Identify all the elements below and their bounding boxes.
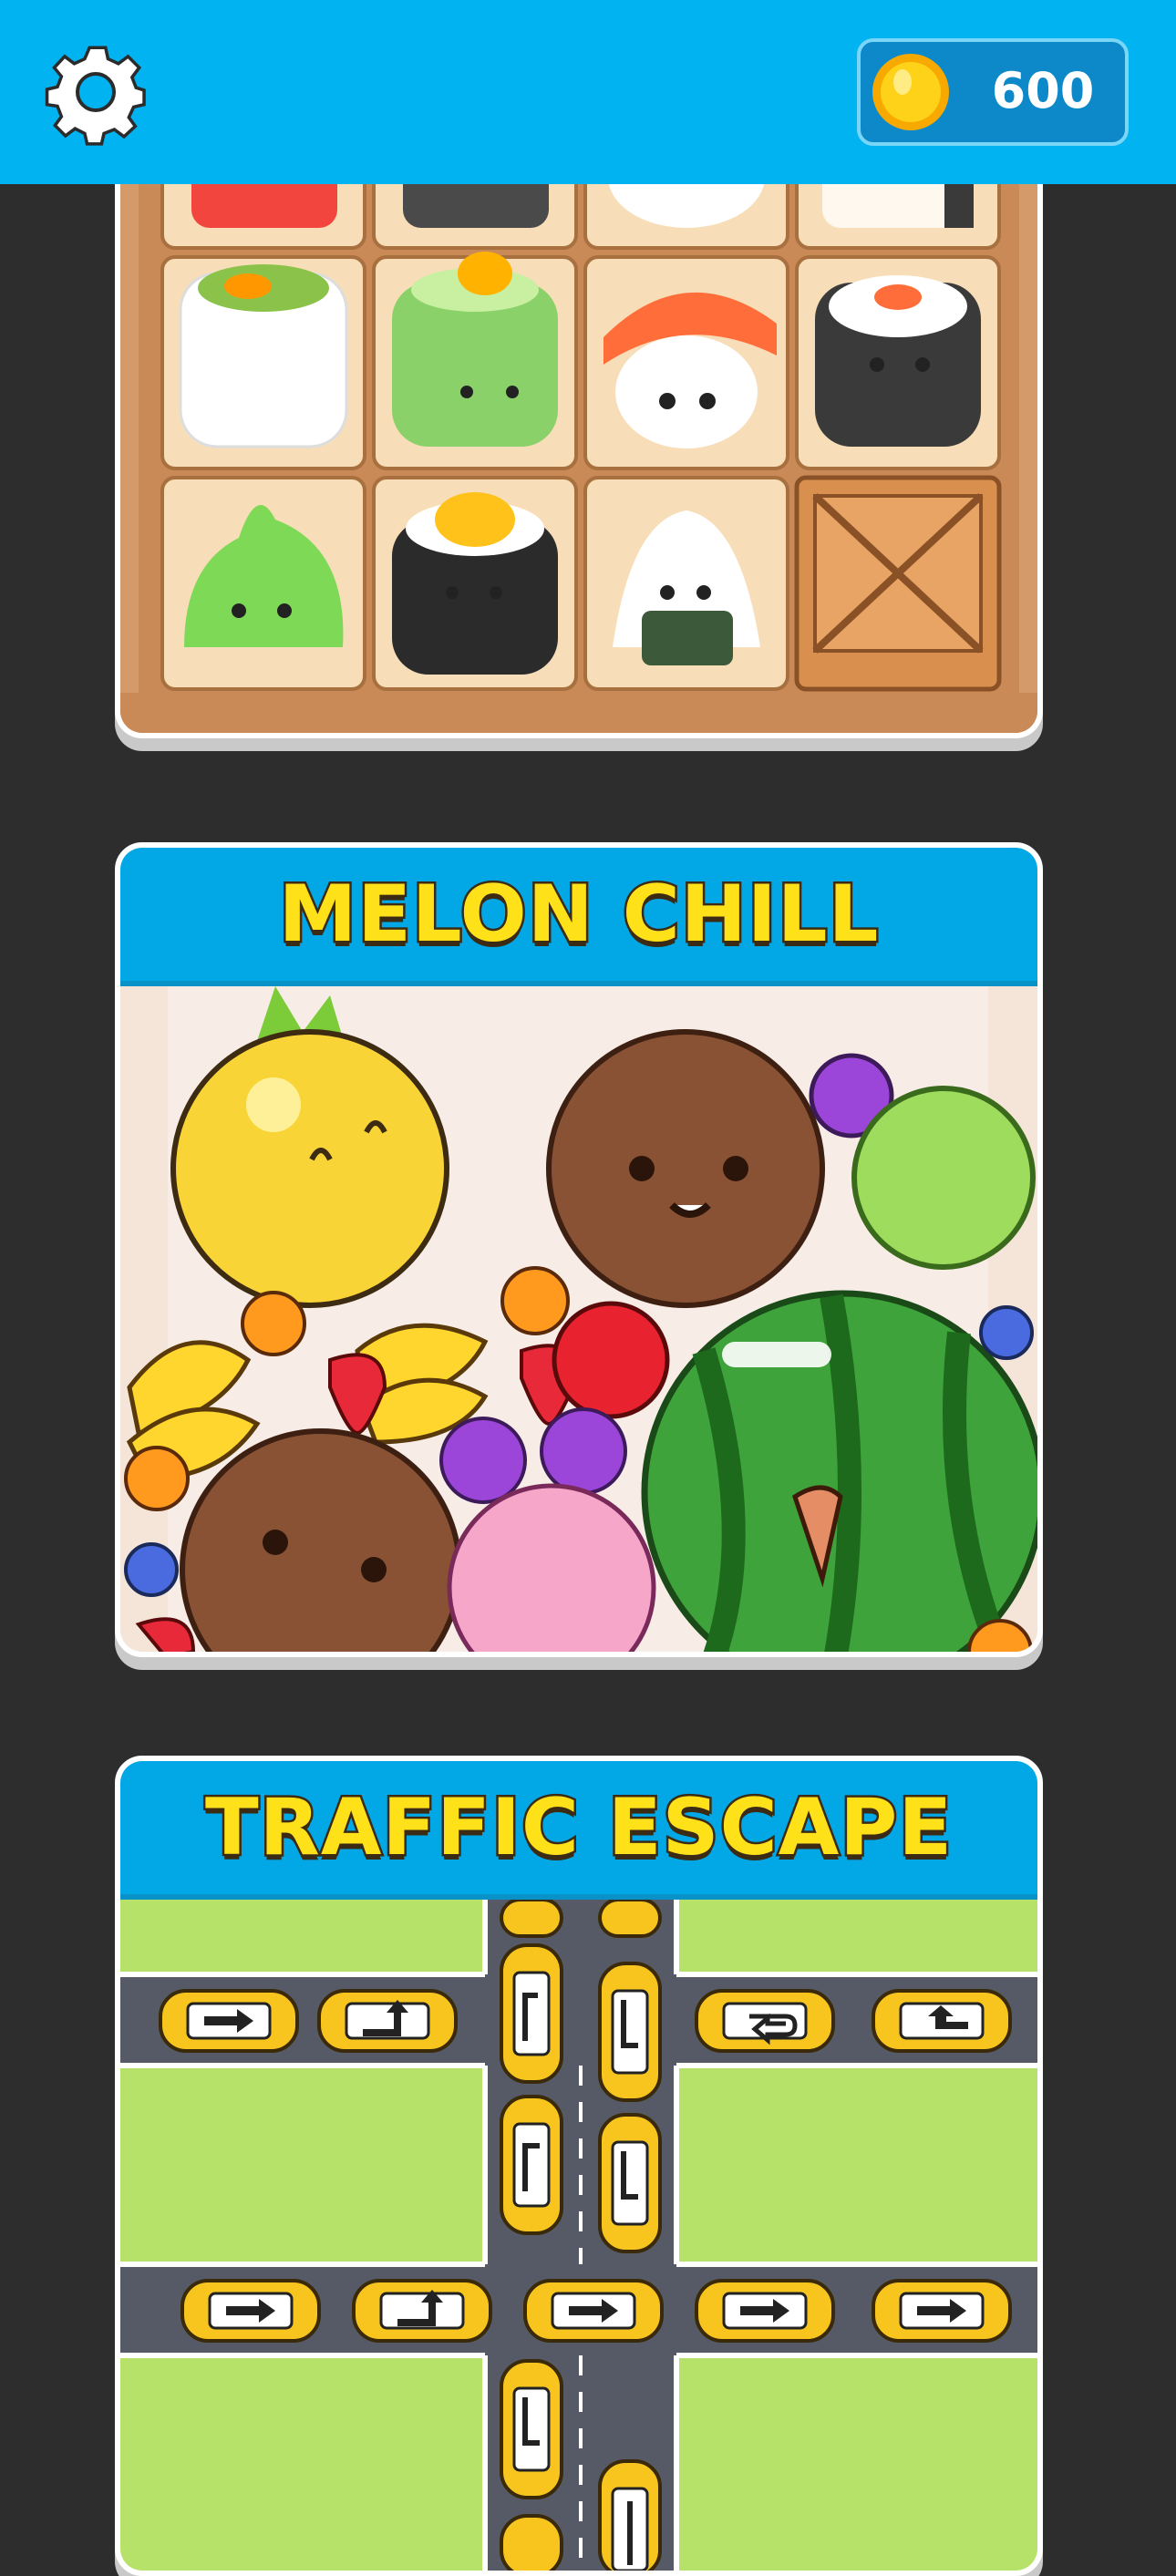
game-title-text: TRAFFIC ESCAPE bbox=[202, 1780, 954, 1876]
game-card-traffic-escape[interactable]: TRAFFIC ESCAPE bbox=[115, 1756, 1043, 2576]
top-bar: 600 bbox=[0, 0, 1176, 184]
coin-counter[interactable]: 600 bbox=[857, 38, 1129, 146]
gear-icon[interactable] bbox=[36, 36, 155, 155]
gold-coin-icon bbox=[868, 49, 954, 135]
melon-chill-preview bbox=[120, 986, 1037, 1652]
game-title: MELON CHILL bbox=[120, 848, 1037, 986]
coconut-top bbox=[546, 1029, 825, 1308]
sushi-board bbox=[120, 137, 1037, 733]
traffic-escape-preview bbox=[120, 1900, 1037, 2571]
coin-count: 600 bbox=[991, 62, 1095, 119]
watermelon bbox=[641, 1290, 1037, 1652]
game-title-text: MELON CHILL bbox=[276, 867, 881, 963]
game-card-sushi[interactable] bbox=[115, 137, 1043, 738]
game-card-melon-chill[interactable]: MELON CHILL bbox=[115, 842, 1043, 1657]
game-title: TRAFFIC ESCAPE bbox=[120, 1761, 1037, 1900]
apple bbox=[552, 1301, 670, 1419]
yellow-car-row-2 bbox=[181, 2279, 1012, 2343]
melon bbox=[851, 1086, 1036, 1270]
